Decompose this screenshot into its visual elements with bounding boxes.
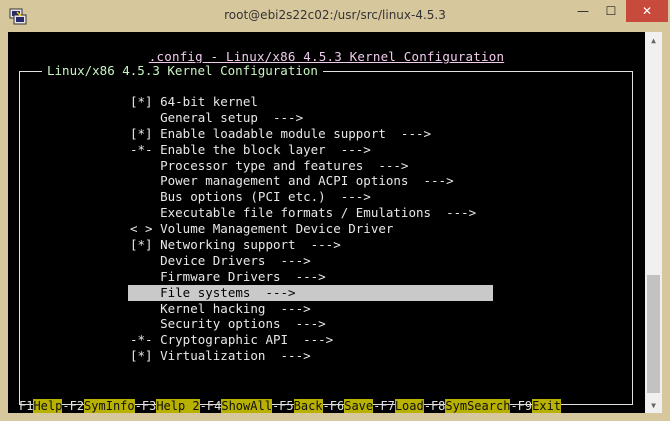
fkey-separator: -: [199, 399, 207, 413]
fkey-f6[interactable]: -F6Save: [323, 399, 374, 413]
fkey-key: F6: [329, 399, 345, 413]
fkey-label: Help 2: [156, 399, 200, 413]
menu-list: [*] 64-bit kernel General setup ---> [*] …: [128, 94, 493, 364]
fkey-key: F5: [279, 399, 294, 413]
fkey-label: Load: [394, 399, 424, 413]
menu-item[interactable]: Processor type and features --->: [128, 158, 493, 174]
fkey-label: Exit: [532, 399, 562, 413]
window-titlebar[interactable]: root@ebi2s22c02:/usr/src/linux-4.5.3 — ☐…: [0, 0, 670, 32]
menu-item[interactable]: Kernel hacking --->: [128, 301, 493, 317]
menu-item[interactable]: Bus options (PCI etc.) --->: [128, 189, 493, 205]
terminal-screen[interactable]: .config - Linux/x86 4.5.3 Kernel Configu…: [8, 32, 645, 413]
menu-item[interactable]: Device Drivers --->: [128, 253, 493, 269]
menu-item[interactable]: Power management and ACPI options --->: [128, 173, 493, 189]
fkey-key: F1: [19, 399, 34, 413]
fkey-separator: -: [423, 399, 431, 413]
fkey-label: SymInfo: [84, 399, 135, 413]
fkey-key: F4: [206, 399, 222, 413]
menu-item[interactable]: -*- Enable the block layer --->: [128, 142, 493, 158]
fkey-key: F2: [69, 399, 85, 413]
close-button[interactable]: ✕: [626, 0, 668, 22]
fkey-label: Save: [344, 399, 374, 413]
fkey-separator: -: [322, 399, 330, 413]
fkey-f7[interactable]: -F7Load: [373, 399, 424, 413]
fkey-f5[interactable]: -F5Back: [272, 399, 323, 413]
menu-item[interactable]: < > Volume Management Device Driver: [128, 221, 493, 237]
maximize-button[interactable]: ☐: [598, 0, 624, 22]
fkey-separator: -: [510, 399, 518, 413]
fkey-key: F3: [141, 399, 157, 413]
fkey-key: F7: [380, 399, 395, 413]
frame-title: Linux/x86 4.5.3 Kernel Configuration: [42, 63, 323, 79]
fkey-label: Help: [33, 399, 63, 413]
menu-item[interactable]: [*] 64-bit kernel: [128, 94, 493, 110]
menu-item[interactable]: Security options --->: [128, 316, 493, 332]
menu-item[interactable]: General setup --->: [128, 110, 493, 126]
minimize-button[interactable]: —: [570, 0, 596, 22]
scroll-down-arrow-icon[interactable]: ▼: [645, 397, 662, 413]
scrollbar-thumb[interactable]: [647, 275, 660, 393]
fkey-f1[interactable]: F1Help: [19, 399, 63, 413]
menu-item[interactable]: Firmware Drivers --->: [128, 269, 493, 285]
fkey-f9[interactable]: -F9Exit: [510, 399, 562, 413]
fkey-label: Back: [293, 399, 323, 413]
menu-item[interactable]: Executable file formats / Emulations ---…: [128, 205, 493, 221]
fkey-f3[interactable]: -F3Help 2: [135, 399, 200, 413]
fkey-f8[interactable]: -F8SymSearch: [424, 399, 511, 413]
fkey-label: ShowAll: [221, 399, 272, 413]
menu-item[interactable]: [*] Networking support --->: [128, 237, 493, 253]
menu-item[interactable]: [*] Enable loadable module support --->: [128, 126, 493, 142]
fkey-separator: -: [62, 399, 70, 413]
vertical-scrollbar[interactable]: ▲ ▼: [645, 32, 662, 413]
config-title: .config - Linux/x86 4.5.3 Kernel Configu…: [148, 49, 505, 64]
menu-item[interactable]: [*] Virtualization --->: [128, 348, 493, 364]
fkey-f2[interactable]: -F2SymInfo: [62, 399, 135, 413]
menu-item[interactable]: File systems --->: [128, 284, 493, 301]
fkey-key: F9: [517, 399, 533, 413]
function-key-bar: F1Help-F2SymInfo-F3Help 2-F4ShowAll-F5Ba…: [19, 399, 633, 413]
fkey-separator: -: [134, 399, 142, 413]
fkey-label: SymSearch: [445, 399, 511, 413]
scroll-up-arrow-icon[interactable]: ▲: [645, 32, 662, 48]
fkey-f4[interactable]: -F4ShowAll: [200, 399, 272, 413]
menu-item[interactable]: -*- Cryptographic API --->: [128, 332, 493, 348]
fkey-key: F8: [430, 399, 446, 413]
